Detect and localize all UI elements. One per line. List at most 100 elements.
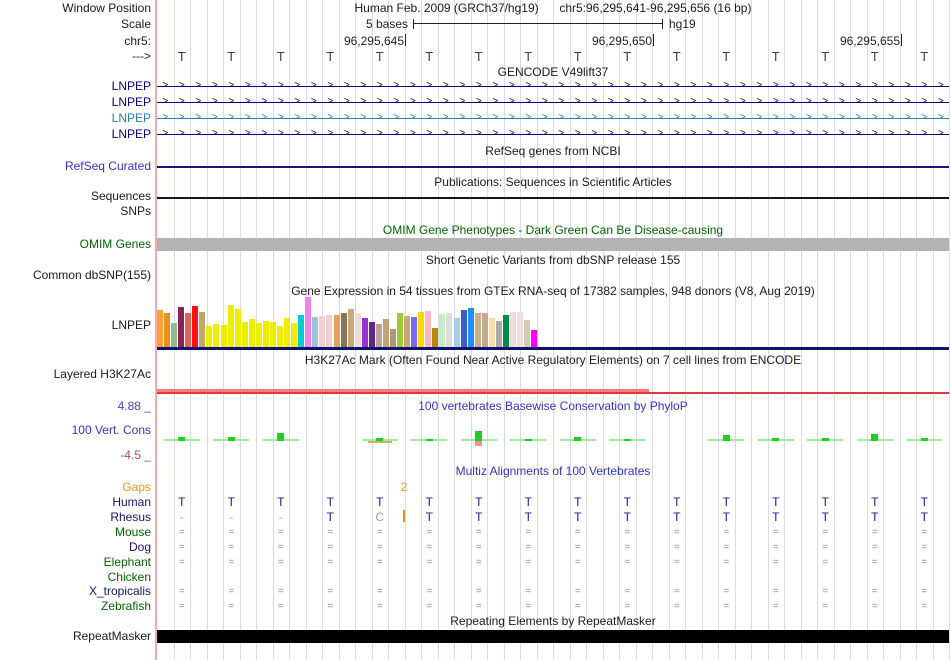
gtex-bar[interactable] bbox=[312, 317, 319, 348]
gtex-bar[interactable] bbox=[298, 315, 305, 348]
layered-h3k27ac-label[interactable]: Layered H3K27Ac bbox=[0, 368, 151, 381]
strand-arrow-icon: > bbox=[937, 96, 944, 107]
gtex-bar[interactable] bbox=[425, 311, 432, 348]
gtex-bar[interactable] bbox=[382, 319, 389, 348]
gtex-bar[interactable] bbox=[453, 318, 460, 348]
gtex-bar[interactable] bbox=[418, 312, 425, 348]
repeatmasker-element-bar[interactable] bbox=[157, 630, 949, 643]
strand-arrow-icon: > bbox=[690, 128, 697, 139]
gtex-bar[interactable] bbox=[397, 313, 404, 348]
gtex-bar[interactable] bbox=[164, 313, 171, 348]
gtex-bar[interactable] bbox=[171, 323, 178, 348]
species-label[interactable]: X_tropicalis bbox=[0, 585, 151, 598]
h3k27ac-signal-line[interactable] bbox=[157, 392, 949, 394]
strand-arrow-icon: > bbox=[162, 96, 169, 107]
gtex-bar[interactable] bbox=[474, 313, 481, 348]
gtex-bar[interactable] bbox=[284, 318, 291, 348]
gtex-bar[interactable] bbox=[220, 325, 227, 348]
gtex-bar[interactable] bbox=[234, 309, 241, 348]
strand-arrow-icon: > bbox=[178, 112, 185, 123]
cons-track-label[interactable]: 100 Vert. Cons bbox=[0, 424, 151, 437]
refseq-curated-label[interactable]: RefSeq Curated bbox=[0, 160, 151, 173]
gtex-bar[interactable] bbox=[510, 312, 516, 348]
repeatmasker-label[interactable]: RepeatMasker bbox=[0, 630, 151, 643]
repeatmasker-track-title: Repeating Elements by RepeatMasker bbox=[450, 614, 656, 628]
strand-arrow-icon: > bbox=[822, 96, 829, 107]
strand-arrow-icon: > bbox=[376, 112, 383, 123]
gtex-bar[interactable] bbox=[199, 312, 206, 348]
gtex-bar[interactable] bbox=[340, 313, 347, 348]
gtex-bar[interactable] bbox=[389, 329, 396, 348]
publications-item-line[interactable] bbox=[157, 197, 949, 199]
gtex-bar[interactable] bbox=[404, 316, 411, 348]
gtex-bar[interactable] bbox=[446, 313, 453, 348]
gtex-bar[interactable] bbox=[495, 321, 502, 348]
gtex-bar[interactable] bbox=[157, 310, 163, 348]
gtex-bar[interactable] bbox=[517, 312, 524, 348]
species-label[interactable]: Elephant bbox=[0, 556, 151, 569]
gene-label[interactable]: LNPEP bbox=[0, 112, 151, 125]
gtex-bar[interactable] bbox=[291, 323, 298, 348]
gtex-bar[interactable] bbox=[361, 318, 368, 348]
cons-positive-bar bbox=[821, 438, 829, 441]
omim-genes-label[interactable]: OMIM Genes bbox=[0, 238, 151, 251]
omim-gene-bar[interactable] bbox=[157, 238, 949, 251]
gtex-bar[interactable] bbox=[460, 310, 467, 348]
align-cell: T bbox=[821, 495, 829, 509]
gtex-bar[interactable] bbox=[241, 322, 248, 348]
gene-label[interactable]: LNPEP bbox=[0, 96, 151, 109]
strand-arrow-icon: > bbox=[723, 112, 730, 123]
gtex-bar[interactable] bbox=[347, 309, 354, 348]
gtex-bar[interactable] bbox=[531, 330, 538, 348]
gtex-bar[interactable] bbox=[178, 307, 185, 348]
gtex-bar[interactable] bbox=[354, 313, 361, 348]
gtex-bar[interactable] bbox=[467, 308, 474, 348]
gtex-bar[interactable] bbox=[411, 317, 418, 348]
gtex-bar[interactable] bbox=[305, 297, 312, 348]
species-label[interactable]: Mouse bbox=[0, 526, 151, 539]
gtex-bar[interactable] bbox=[255, 323, 262, 348]
base-letter: T bbox=[375, 49, 384, 64]
strand-arrow-label[interactable]: ---> bbox=[0, 50, 151, 63]
snps-label[interactable]: SNPs bbox=[0, 205, 151, 218]
gtex-bar[interactable] bbox=[502, 315, 509, 348]
gtex-bar[interactable] bbox=[326, 315, 333, 348]
gtex-bar[interactable] bbox=[481, 313, 488, 348]
gtex-bar[interactable] bbox=[277, 326, 284, 348]
strand-arrow-icon: > bbox=[558, 96, 565, 107]
refseq-gene-line[interactable] bbox=[157, 166, 949, 168]
species-label[interactable]: Human bbox=[0, 496, 151, 509]
align-cell: = bbox=[475, 527, 482, 538]
gtex-bar[interactable] bbox=[368, 322, 375, 348]
gaps-row-label[interactable]: Gaps bbox=[0, 481, 151, 494]
gtex-bar[interactable] bbox=[185, 313, 192, 348]
gtex-gene-label[interactable]: LNPEP bbox=[0, 319, 151, 332]
sequences-label[interactable]: Sequences bbox=[0, 190, 151, 203]
gtex-track-title: Gene Expression in 54 tissues from GTEx … bbox=[291, 284, 815, 298]
gtex-bar[interactable] bbox=[269, 322, 276, 348]
gtex-bar[interactable] bbox=[375, 324, 382, 348]
gtex-bar[interactable] bbox=[213, 324, 220, 348]
gtex-bar[interactable] bbox=[439, 314, 446, 348]
species-label[interactable]: Rhesus bbox=[0, 511, 151, 524]
strand-arrow-icon: > bbox=[393, 96, 400, 107]
align-cell: = bbox=[624, 542, 631, 553]
gtex-bar[interactable] bbox=[319, 316, 326, 348]
gtex-gene-model-line[interactable] bbox=[157, 347, 949, 350]
strand-arrow-icon: > bbox=[574, 96, 581, 107]
common-dbsnp-label[interactable]: Common dbSNP(155) bbox=[0, 269, 151, 282]
gtex-bar[interactable] bbox=[262, 321, 269, 348]
gtex-bar[interactable] bbox=[248, 319, 255, 348]
species-label[interactable]: Chicken bbox=[0, 571, 151, 584]
gtex-bar[interactable] bbox=[333, 315, 340, 348]
species-label[interactable]: Dog bbox=[0, 541, 151, 554]
gtex-bar[interactable] bbox=[192, 306, 199, 348]
gtex-bar[interactable] bbox=[227, 305, 234, 348]
gene-label[interactable]: LNPEP bbox=[0, 128, 151, 141]
gene-label[interactable]: LNPEP bbox=[0, 80, 151, 93]
gtex-bar[interactable] bbox=[524, 320, 531, 348]
species-label[interactable]: Zebrafish bbox=[0, 600, 151, 613]
gtex-bar[interactable] bbox=[206, 326, 213, 348]
gtex-bar[interactable] bbox=[488, 318, 495, 348]
gtex-bar[interactable] bbox=[432, 328, 439, 348]
